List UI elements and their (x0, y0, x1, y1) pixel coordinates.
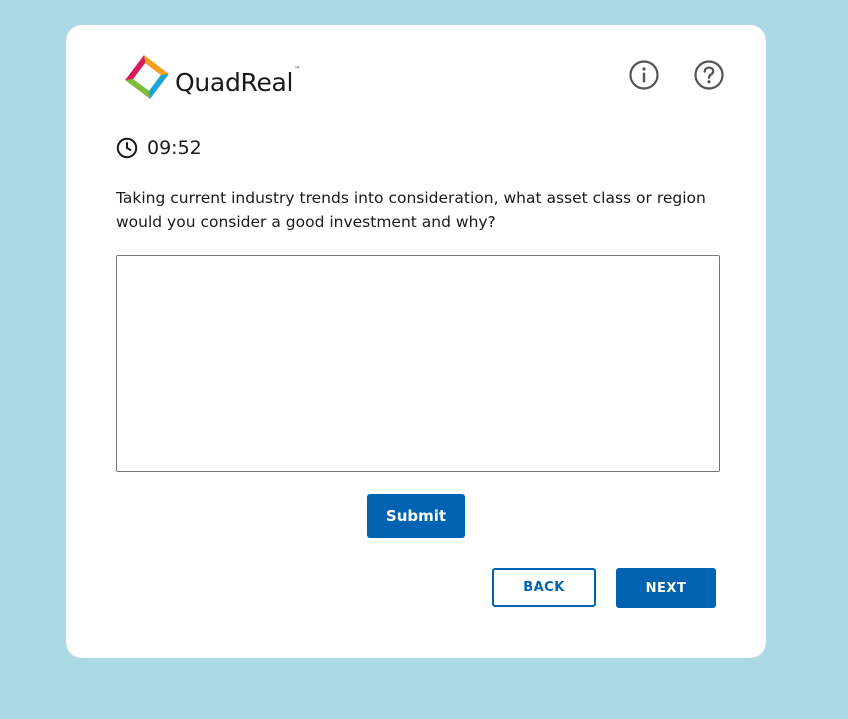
question-circle-icon (694, 60, 724, 90)
quadreal-logo: QuadReal™ (123, 51, 323, 103)
answer-textarea[interactable] (116, 255, 720, 472)
question-card: QuadReal™ 09:52 Taking current industry … (66, 25, 766, 658)
brand-name: QuadReal™ (175, 65, 300, 97)
info-circle-icon (629, 60, 659, 90)
timer-value: 09:52 (147, 137, 202, 159)
trademark-symbol: ™ (294, 65, 300, 73)
clock-icon (116, 137, 138, 159)
countdown-timer: 09:52 (116, 135, 202, 161)
quadreal-logo-mark-icon (125, 55, 169, 99)
submit-button[interactable]: Submit (367, 494, 465, 538)
question-text: Taking current industry trends into cons… (116, 189, 706, 231)
back-button[interactable]: BACK (492, 568, 596, 607)
next-button[interactable]: NEXT (616, 568, 716, 608)
help-button[interactable] (694, 60, 724, 90)
info-button[interactable] (629, 60, 659, 90)
